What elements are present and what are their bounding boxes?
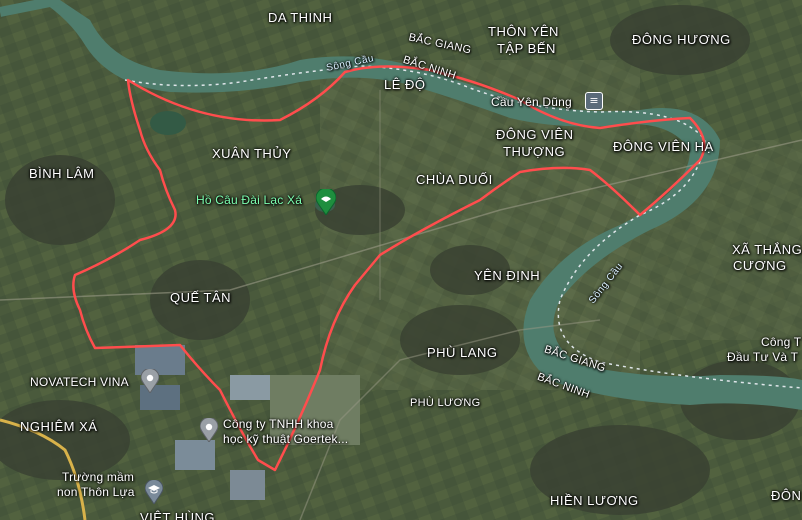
bridge-icon[interactable]: ≡ <box>585 92 603 110</box>
label-dong-vien-thuong-2: THƯỢNG <box>503 144 566 159</box>
label-thon-yen: THÔN YÊN <box>488 24 559 39</box>
poi-novatech[interactable]: NOVATECH VINA <box>30 375 129 389</box>
poi-cong-ty-line-1[interactable]: Công T <box>761 335 801 349</box>
school-icon[interactable] <box>144 479 164 509</box>
label-le-do: LÊ ĐỘ <box>384 77 426 92</box>
label-nghiem-xa: NGHIÊM XÁ <box>20 419 98 434</box>
poi-ho-cau[interactable]: Hồ Câu Đài Lạc Xá <box>196 193 302 207</box>
label-phu-luong: PHÙ LƯƠNG <box>410 397 481 409</box>
poi-goertek-line-2[interactable]: học kỹ thuật Goertek... <box>223 432 348 446</box>
poi-cau-yen-dung[interactable]: Cầu Yên Dũng <box>491 95 572 109</box>
label-que-tan: QUẾ TÂN <box>170 290 232 305</box>
label-dong-huong: ĐÔNG HƯƠNG <box>632 32 731 47</box>
label-dong-edge: ĐÔN <box>771 488 802 503</box>
label-dong-vien-thuong-1: ĐÔNG VIÊN <box>496 127 574 142</box>
label-phu-lang: PHÙ LANG <box>427 345 498 360</box>
label-xuan-thuy: XUÂN THỦY <box>212 146 292 161</box>
poi-truong-mam-non-line-2[interactable]: non Thôn Lựa <box>57 485 135 499</box>
label-viet-hung: VIỆT HÙNG <box>140 510 216 520</box>
label-dong-vien-ha: ĐÔNG VIÊN HẠ <box>613 139 714 154</box>
poi-truong-mam-non-line-1[interactable]: Trường mầm <box>62 470 134 484</box>
label-hien-luong: HIỀN LƯƠNG <box>550 493 639 508</box>
place-pin-icon[interactable] <box>140 368 160 398</box>
label-binh-lam: BÌNH LÂM <box>29 166 95 181</box>
label-yen-dinh: YÊN ĐỊNH <box>474 268 541 283</box>
label-xa-thang-cuong-1: XÃ THẮNG <box>732 242 802 257</box>
place-pin-icon[interactable] <box>199 417 219 447</box>
pond <box>150 111 186 135</box>
fishing-pond-icon[interactable] <box>315 187 337 216</box>
poi-cong-ty-line-2[interactable]: Đầu Tư Và T <box>727 350 798 364</box>
satellite-map[interactable]: DA THINH THÔN YÊN TẬP BẾN ĐÔNG HƯƠNG LÊ … <box>0 0 802 520</box>
label-da-thinh: DA THINH <box>268 10 333 25</box>
poi-goertek-line-1[interactable]: Công ty TNHH khoa <box>223 417 334 431</box>
label-xa-thang-cuong-2: CƯƠNG <box>733 258 787 273</box>
label-tap-ben: TẬP BẾN <box>497 41 556 56</box>
label-chua-duoi: CHÙA DUỐI <box>416 172 493 187</box>
